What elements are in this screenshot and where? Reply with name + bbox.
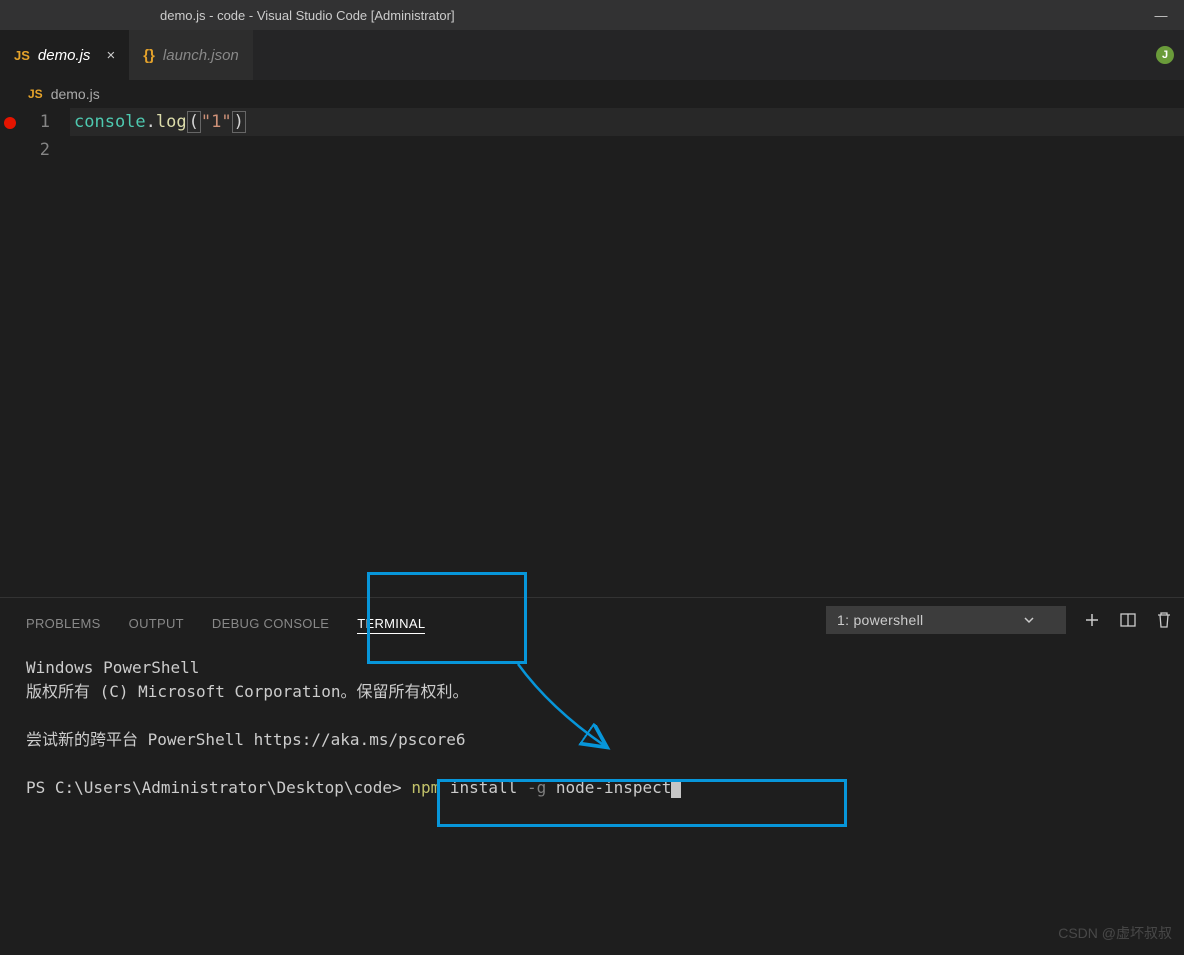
breakpoint-gutter[interactable] xyxy=(0,108,20,164)
js-file-icon: JS xyxy=(14,48,30,63)
window-title: demo.js - code - Visual Studio Code [Adm… xyxy=(160,8,455,23)
split-terminal-button[interactable] xyxy=(1118,610,1138,630)
terminal-cursor xyxy=(671,780,681,798)
terminal-select-label: 1: powershell xyxy=(837,612,923,628)
new-terminal-button[interactable] xyxy=(1082,610,1102,630)
window-controls: — xyxy=(1138,0,1184,30)
tab-output[interactable]: OUTPUT xyxy=(129,616,184,633)
tab-label: demo.js xyxy=(38,47,91,64)
token-object: console xyxy=(74,112,146,132)
breadcrumb-label: demo.js xyxy=(51,86,100,102)
terminal-line: 尝试新的跨平台 PowerShell https://aka.ms/pscore… xyxy=(26,728,1158,752)
line-number: 1 xyxy=(20,108,50,136)
terminal-prompt-line: PS C:\Users\Administrator\Desktop\code> … xyxy=(26,776,1158,800)
token-function: log xyxy=(156,112,187,132)
tab-problems[interactable]: PROBLEMS xyxy=(26,616,101,633)
watermark: CSDN @虚坏叔叔 xyxy=(1058,923,1172,943)
close-icon[interactable]: × xyxy=(106,47,115,64)
terminal-prompt: PS C:\Users\Administrator\Desktop\code> xyxy=(26,778,411,797)
title-bar: demo.js - code - Visual Studio Code [Adm… xyxy=(0,0,1184,30)
terminal-line: Windows PowerShell xyxy=(26,656,1158,680)
chevron-down-icon xyxy=(1023,614,1035,626)
code-content[interactable]: console.log("1") xyxy=(70,108,1184,164)
extension-icon[interactable]: J xyxy=(1156,46,1174,64)
tab-launch-json[interactable]: {} launch.json xyxy=(129,30,253,80)
line-number: 2 xyxy=(20,136,50,164)
editor-tabs: JS demo.js × {} launch.json J xyxy=(0,30,1184,80)
terminal-command: npm xyxy=(411,778,440,797)
tab-terminal[interactable]: TERMINAL xyxy=(357,616,425,633)
terminal-select[interactable]: 1: powershell xyxy=(826,606,1066,634)
js-file-icon: JS xyxy=(28,87,43,101)
tab-debug-console[interactable]: DEBUG CONSOLE xyxy=(212,616,329,633)
terminal-output[interactable]: Windows PowerShell 版权所有 (C) Microsoft Co… xyxy=(0,650,1184,806)
kill-terminal-button[interactable] xyxy=(1154,610,1174,630)
panel-toolbar: 1: powershell xyxy=(826,606,1174,634)
breadcrumb[interactable]: JS demo.js xyxy=(0,80,1184,108)
bottom-panel: PROBLEMS OUTPUT DEBUG CONSOLE TERMINAL 1… xyxy=(0,597,1184,955)
token-string: "1" xyxy=(201,112,232,132)
json-file-icon: {} xyxy=(143,47,155,64)
panel-tabs: PROBLEMS OUTPUT DEBUG CONSOLE TERMINAL 1… xyxy=(0,598,1184,650)
terminal-line: 版权所有 (C) Microsoft Corporation。保留所有权利。 xyxy=(26,680,1158,704)
tab-demo-js[interactable]: JS demo.js × xyxy=(0,30,129,80)
tab-label: launch.json xyxy=(163,47,239,64)
breakpoint-icon[interactable] xyxy=(4,117,16,129)
line-numbers: 1 2 xyxy=(20,108,70,164)
minimize-button[interactable]: — xyxy=(1138,0,1184,30)
code-editor[interactable]: 1 2 console.log("1") xyxy=(0,108,1184,164)
